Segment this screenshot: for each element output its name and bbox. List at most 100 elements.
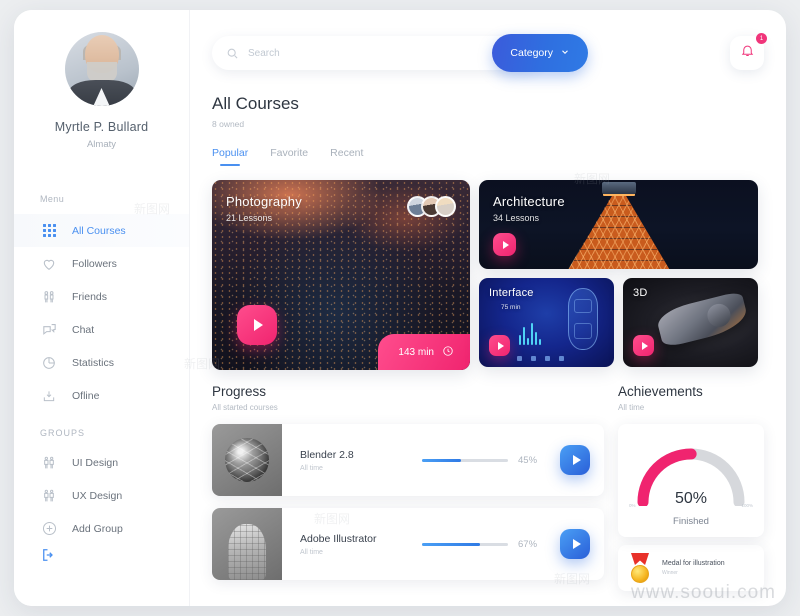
progress-row[interactable]: Adobe Illustrator All time 67% bbox=[212, 508, 604, 580]
sidebar-item-all-courses[interactable]: All Courses bbox=[14, 214, 189, 247]
course-lessons: 34 Lessons bbox=[493, 213, 540, 223]
bell-icon bbox=[740, 43, 755, 63]
play-button[interactable] bbox=[237, 305, 277, 345]
equalizer-graphic bbox=[519, 323, 541, 345]
sidebar-item-ofline[interactable]: Ofline bbox=[14, 379, 189, 412]
download-icon bbox=[40, 387, 58, 405]
progress-row[interactable]: Blender 2.8 All time 45% bbox=[212, 424, 604, 496]
progress-course-name: Blender 2.8 bbox=[300, 448, 354, 461]
tab-favorite[interactable]: Favorite bbox=[270, 147, 308, 166]
play-icon bbox=[572, 455, 581, 465]
sidebar: Myrtle P. Bullard Almaty Menu All Course… bbox=[14, 10, 190, 606]
course-duration: 143 min bbox=[398, 346, 434, 358]
medal-info: Medal for illustration Winner bbox=[662, 560, 725, 576]
main-content: Category 1 All Courses 8 owned Popular F… bbox=[190, 10, 786, 606]
sidebar-item-label: Chat bbox=[72, 323, 95, 336]
sidebar-item-friends[interactable]: Friends bbox=[14, 280, 189, 313]
sidebar-item-label: All Courses bbox=[72, 224, 126, 237]
plus-circle-icon bbox=[40, 520, 58, 538]
play-button[interactable] bbox=[489, 335, 510, 356]
sidebar-item-label: Statistics bbox=[72, 356, 115, 369]
medal-icon bbox=[628, 553, 652, 583]
page-subtitle: 8 owned bbox=[212, 119, 245, 129]
people-icon bbox=[40, 454, 58, 472]
notifications-button[interactable]: 1 bbox=[730, 33, 767, 70]
sidebar-item-label: Friends bbox=[72, 290, 108, 303]
app-window: Myrtle P. Bullard Almaty Menu All Course… bbox=[14, 10, 786, 606]
chevron-down-icon bbox=[560, 47, 570, 60]
avatar bbox=[64, 32, 139, 106]
course-title: 3D bbox=[633, 287, 648, 299]
course-duration-badge: 143 min bbox=[378, 334, 470, 370]
course-card-interface[interactable]: Interface 75 min bbox=[479, 278, 614, 367]
progress-info: Adobe Illustrator All time bbox=[300, 533, 418, 556]
course-card-3d[interactable]: 3D bbox=[623, 278, 758, 367]
user-name: Myrtle P. Bullard bbox=[54, 120, 149, 134]
sidebar-group-label: UX Design bbox=[72, 489, 123, 502]
page-title: All Courses bbox=[212, 94, 299, 113]
course-lessons: 75 min bbox=[501, 304, 521, 311]
play-button[interactable] bbox=[560, 445, 590, 475]
course-title: Interface bbox=[489, 287, 534, 299]
medal-subtitle: Winner bbox=[662, 570, 678, 576]
user-city: Almaty bbox=[86, 139, 117, 150]
sidebar-group-ui-design[interactable]: UI Design bbox=[14, 446, 189, 479]
play-icon bbox=[572, 539, 581, 549]
play-button[interactable] bbox=[633, 335, 654, 356]
achievements-title: Achievements bbox=[618, 384, 703, 399]
sidebar-item-label: Ofline bbox=[72, 389, 100, 402]
sidebar-item-chat[interactable]: Chat bbox=[14, 313, 189, 346]
achievement-medal-row[interactable]: Medal for illustration Winner bbox=[618, 545, 764, 591]
progress-bar bbox=[422, 542, 508, 546]
course-thumbnail bbox=[212, 424, 282, 496]
course-card-photography[interactable]: Photography 21 Lessons 143 min bbox=[212, 180, 470, 370]
course-lessons: 21 Lessons bbox=[226, 213, 273, 223]
people-icon bbox=[40, 487, 58, 505]
category-button-label: Category bbox=[510, 47, 553, 59]
achievements-subtitle: All time bbox=[618, 403, 645, 412]
play-button[interactable] bbox=[560, 529, 590, 559]
search-bar[interactable]: Category bbox=[212, 34, 588, 72]
sidebar-group-label: Add Group bbox=[72, 522, 123, 535]
progress-bar-wrap: 67% bbox=[422, 539, 560, 550]
sidebar-group-ux-design[interactable]: UX Design bbox=[14, 479, 189, 512]
sidebar-add-group[interactable]: Add Group bbox=[14, 512, 189, 545]
progress-title: Progress bbox=[212, 384, 267, 399]
groups-section-label: GROUPS bbox=[40, 428, 86, 438]
course-card-architecture[interactable]: Architecture 34 Lessons bbox=[479, 180, 758, 269]
logout-icon[interactable] bbox=[40, 546, 58, 564]
gauge-chart: 0% 100% 50% bbox=[629, 440, 753, 508]
tab-recent[interactable]: Recent bbox=[330, 147, 363, 166]
course-participants bbox=[407, 196, 456, 217]
pie-chart-icon bbox=[40, 354, 58, 372]
course-cards: Photography 21 Lessons 143 min Architect… bbox=[212, 180, 764, 370]
progress-subtitle: All started courses bbox=[212, 403, 278, 412]
search-icon bbox=[226, 47, 239, 60]
progress-percent: 67% bbox=[518, 538, 538, 550]
search-input[interactable] bbox=[248, 47, 398, 59]
heart-icon bbox=[40, 255, 58, 273]
topbar: Category 1 bbox=[212, 10, 767, 72]
play-button[interactable] bbox=[493, 233, 516, 256]
achievements-section: Achievements All time 0% 100% 50% Finish… bbox=[618, 384, 764, 591]
course-tabs: Popular Favorite Recent bbox=[212, 147, 764, 166]
clock-icon bbox=[442, 345, 454, 360]
grid-icon bbox=[40, 222, 58, 240]
category-button[interactable]: Category bbox=[492, 34, 588, 72]
bottom-section: Progress All started courses Blender 2.8… bbox=[212, 384, 764, 591]
course-title: Architecture bbox=[493, 194, 565, 209]
play-icon bbox=[502, 240, 509, 249]
medal-name: Medal for illustration bbox=[662, 560, 725, 567]
sidebar-item-statistics[interactable]: Statistics bbox=[14, 346, 189, 379]
course-cards-right-column: Architecture 34 Lessons Interface 75 min… bbox=[479, 180, 758, 370]
chat-icon bbox=[40, 321, 58, 339]
progress-info: Blender 2.8 All time bbox=[300, 449, 418, 472]
progress-percent: 45% bbox=[518, 454, 538, 466]
achievements-gauge-card: 0% 100% 50% Finished bbox=[618, 424, 764, 537]
tab-popular[interactable]: Popular bbox=[212, 147, 248, 166]
progress-bar bbox=[422, 458, 508, 462]
gauge-value: 50% bbox=[674, 490, 708, 507]
gauge-label: Finished bbox=[673, 516, 709, 527]
progress-bar-wrap: 45% bbox=[422, 455, 560, 466]
sidebar-item-followers[interactable]: Followers bbox=[14, 247, 189, 280]
